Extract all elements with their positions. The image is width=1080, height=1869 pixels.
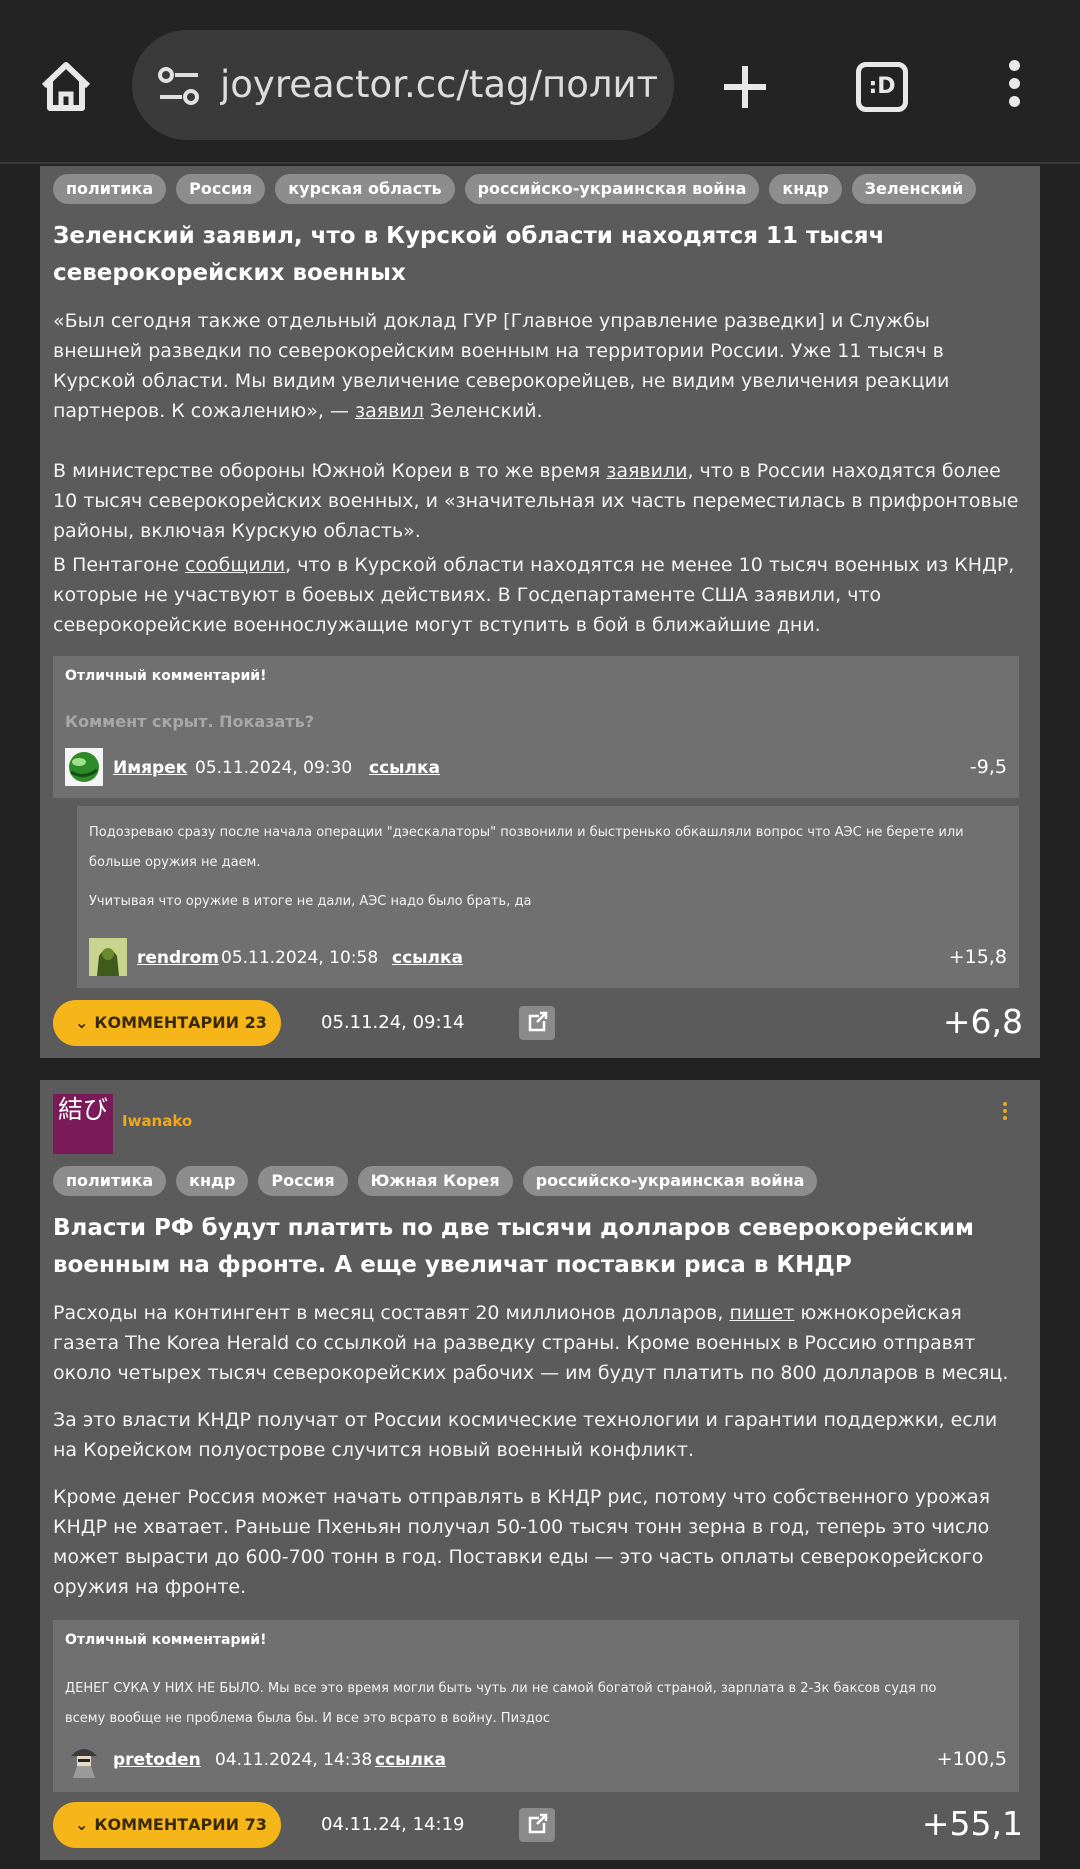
source-link[interactable]: заявил (355, 400, 424, 422)
chevron-down-icon: ⌄ (75, 1815, 89, 1834)
site-settings-icon[interactable] (156, 66, 202, 106)
post-paragraph: В министерстве обороны Южной Кореи в то … (53, 460, 1019, 542)
avatar[interactable] (65, 1740, 103, 1778)
comment-footer: Имярек 05.11.2024, 09:30 ссылка -9,5 (65, 748, 1007, 788)
best-comment: Отличный комментарий! ДЕНЕГ СУКА У НИХ Н… (53, 1620, 1019, 1792)
share-icon[interactable] (519, 1808, 555, 1842)
comment-permalink[interactable]: ссылка (392, 948, 463, 968)
comment-text: Учитывая что оружие в итоге не дали, АЭС… (89, 894, 532, 909)
avatar[interactable] (65, 748, 103, 786)
chevron-down-icon: ⌄ (75, 1013, 89, 1032)
comment-date: 05.11.2024, 09:30 (195, 758, 353, 778)
source-link[interactable]: сообщили (185, 554, 285, 576)
post: политика Россия курская область российск… (40, 166, 1040, 1058)
comment-footer: pretoden 04.11.2024, 14:38 ссылка +100,5 (65, 1740, 1007, 1780)
reply-comment: Подозреваю сразу после начала операции "… (77, 806, 1019, 988)
post-footer: ⌄ КОММЕНТАРИИ 73 04.11.24, 14:19 +55,1 (53, 1802, 1023, 1848)
tag-list: политика кндр Россия Южная Корея российс… (53, 1166, 818, 1196)
post-paragraph: Расходы на контингент в месяц составят 2… (53, 1302, 1009, 1384)
comment-text: ДЕНЕГ СУКА У НИХ НЕ БЫЛО. Мы все это вре… (65, 1681, 937, 1726)
best-comment-label: Отличный комментарий! (65, 668, 267, 684)
comment-username[interactable]: pretoden (113, 1750, 201, 1770)
post-title: Зеленский заявил, что в Курской области … (53, 223, 885, 286)
comments-button[interactable]: ⌄ КОММЕНТАРИИ 23 (53, 1000, 281, 1046)
avatar[interactable] (89, 938, 127, 976)
comment-permalink[interactable]: ссылка (375, 1750, 446, 1770)
tab-switcher-button[interactable]: :D (856, 62, 908, 112)
comment-permalink[interactable]: ссылка (369, 758, 440, 778)
browser-toolbar: joyreactor.cc/tag/политик :D (0, 0, 1080, 164)
url-text[interactable]: joyreactor.cc/tag/политик (220, 60, 660, 110)
tag[interactable]: Южная Корея (357, 1166, 513, 1196)
post-paragraph: Кроме денег Россия может начать отправля… (53, 1486, 991, 1598)
comment-rating: +100,5 (936, 1748, 1007, 1770)
post-paragraph: В Пентагоне сообщили, что в Курской обла… (53, 554, 1015, 636)
post-rating: +55,1 (921, 1804, 1023, 1843)
address-bar[interactable]: joyreactor.cc/tag/политик (132, 30, 674, 140)
comment-date: 04.11.2024, 14:38 (215, 1750, 373, 1770)
best-comment: Отличный комментарий! Коммент скрыт. Пок… (53, 656, 1019, 798)
tag[interactable]: политика (53, 1166, 167, 1196)
best-comment-label: Отличный комментарий! (65, 1632, 267, 1648)
source-link[interactable]: пишет (729, 1302, 794, 1324)
tag[interactable]: Россия (258, 1166, 348, 1196)
tag[interactable]: российско-украинская война (464, 174, 760, 204)
comment-username[interactable]: rendrom (137, 948, 219, 968)
tag[interactable]: российско-украинская война (522, 1166, 818, 1196)
post-paragraph: «Был сегодня также отдельный доклад ГУР … (53, 310, 950, 422)
comment-rating: -9,5 (969, 756, 1007, 778)
post-date: 04.11.24, 14:19 (321, 1814, 465, 1835)
post-rating: +6,8 (942, 1002, 1023, 1041)
comment-date: 05.11.2024, 10:58 (221, 948, 379, 968)
share-icon[interactable] (519, 1006, 555, 1040)
show-hidden-comment-link[interactable]: Коммент скрыт. Показать? (65, 712, 314, 731)
tag[interactable]: Россия (176, 174, 266, 204)
comment-rating: +15,8 (948, 946, 1007, 968)
post: 結び Iwanako политика кндр Россия Южная Ко… (40, 1080, 1040, 1860)
author-avatar[interactable]: 結び (53, 1094, 113, 1154)
post-paragraph: За это власти КНДР получат от России кос… (53, 1409, 998, 1461)
comment-username[interactable]: Имярек (113, 758, 187, 778)
browser-menu-icon[interactable] (1004, 60, 1024, 112)
post-menu-icon[interactable] (1003, 1102, 1009, 1123)
tag[interactable]: кндр (176, 1166, 249, 1196)
comment-footer: rendrom 05.11.2024, 10:58 ссылка +15,8 (89, 938, 1007, 978)
tag[interactable]: курская область (275, 174, 455, 204)
tag-list: политика Россия курская область российск… (53, 174, 977, 204)
comment-text: Подозреваю сразу после начала операции "… (89, 825, 964, 870)
post-date: 05.11.24, 09:14 (321, 1012, 465, 1033)
tag[interactable]: Зеленский (851, 174, 977, 204)
comments-button[interactable]: ⌄ КОММЕНТАРИИ 73 (53, 1802, 281, 1848)
tag[interactable]: кндр (769, 174, 842, 204)
home-icon[interactable] (36, 56, 96, 116)
post-title: Власти РФ будут платить по две тысячи до… (53, 1215, 974, 1278)
post-footer: ⌄ КОММЕНТАРИИ 23 05.11.24, 09:14 +6,8 (53, 1000, 1023, 1046)
author-name[interactable]: Iwanako (122, 1112, 192, 1130)
source-link[interactable]: заявили (606, 460, 687, 482)
tag[interactable]: политика (53, 174, 167, 204)
new-tab-icon[interactable] (720, 62, 770, 112)
